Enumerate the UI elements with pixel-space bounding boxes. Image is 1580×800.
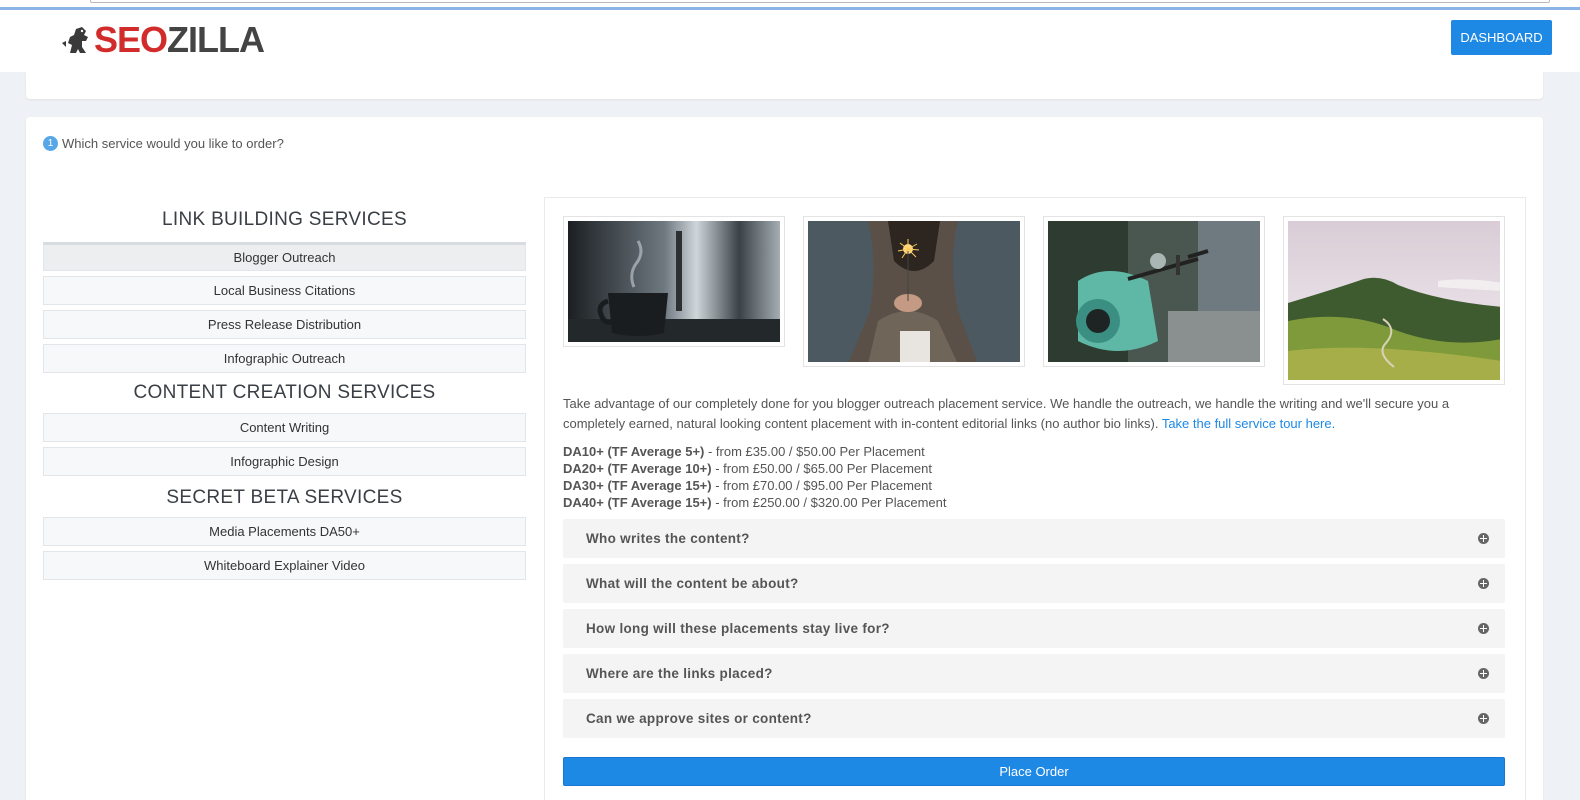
plus-circle-icon[interactable] bbox=[1478, 533, 1489, 544]
price-text: - from £250.00 / $320.00 Per Placement bbox=[711, 495, 947, 510]
price-tier: DA20+ (TF Average 10+) bbox=[563, 461, 712, 476]
price-row: DA10+ (TF Average 5+) - from £35.00 / $5… bbox=[563, 443, 946, 460]
faq-how-long[interactable]: How long will these placements stay live… bbox=[563, 609, 1505, 648]
faq-approve-sites[interactable]: Can we approve sites or content? bbox=[563, 699, 1505, 738]
dashboard-button[interactable]: DASHBOARD bbox=[1451, 20, 1552, 55]
service-tour-link[interactable]: Take the full service tour here. bbox=[1162, 416, 1335, 431]
browser-strip bbox=[0, 0, 1580, 10]
faq-question: What will the content be about? bbox=[586, 576, 799, 591]
service-description: Take advantage of our completely done fo… bbox=[563, 394, 1503, 434]
faq-content-about[interactable]: What will the content be about? bbox=[563, 564, 1505, 603]
price-row: DA30+ (TF Average 15+) - from £70.00 / $… bbox=[563, 477, 946, 494]
price-list: DA10+ (TF Average 5+) - from £35.00 / $5… bbox=[563, 443, 946, 511]
service-media-placements[interactable]: Media Placements DA50+ bbox=[43, 517, 526, 546]
price-text: - from £50.00 / $65.00 Per Placement bbox=[711, 461, 933, 476]
service-content-writing[interactable]: Content Writing bbox=[43, 413, 526, 442]
price-tier: DA30+ (TF Average 15+) bbox=[563, 478, 712, 493]
place-order-button[interactable]: Place Order bbox=[563, 757, 1505, 786]
faq-links-placed[interactable]: Where are the links placed? bbox=[563, 654, 1505, 693]
faq-question: Can we approve sites or content? bbox=[586, 711, 812, 726]
price-text: - from £70.00 / $95.00 Per Placement bbox=[711, 478, 933, 493]
hills-photo bbox=[1283, 216, 1505, 385]
step-question-text: Which service would you like to order? bbox=[62, 136, 284, 151]
section-title-secret-beta: SECRET BETA SERVICES bbox=[166, 487, 403, 508]
price-row: DA20+ (TF Average 10+) - from £50.00 / $… bbox=[563, 460, 946, 477]
scooter-photo bbox=[1043, 216, 1265, 367]
service-list: LINK BUILDING SERVICES Blogger Outreach … bbox=[43, 205, 526, 585]
faq-question: Who writes the content? bbox=[586, 531, 750, 546]
section-title-content-creation: CONTENT CREATION SERVICES bbox=[133, 382, 436, 403]
logo-text-seo: SEO bbox=[94, 19, 168, 60]
price-row: DA40+ (TF Average 15+) - from £250.00 / … bbox=[563, 494, 946, 511]
dinosaur-logo-icon bbox=[62, 27, 88, 53]
service-whiteboard-video[interactable]: Whiteboard Explainer Video bbox=[43, 551, 526, 580]
faq-who-writes[interactable]: Who writes the content? bbox=[563, 519, 1505, 558]
coffee-cup-photo bbox=[563, 216, 785, 347]
step-question: 1 Which service would you like to order? bbox=[43, 136, 284, 151]
service-press-release-distribution[interactable]: Press Release Distribution bbox=[43, 310, 526, 339]
browser-address-bar[interactable] bbox=[90, 0, 1550, 3]
step-number-badge: 1 bbox=[43, 136, 58, 151]
faq-question: How long will these placements stay live… bbox=[586, 621, 890, 636]
top-navbar: SEO ZILLA DASHBOARD bbox=[0, 10, 1580, 72]
sparkler-photo bbox=[803, 216, 1025, 367]
plus-circle-icon[interactable] bbox=[1478, 713, 1489, 724]
plus-circle-icon[interactable] bbox=[1478, 578, 1489, 589]
service-local-business-citations[interactable]: Local Business Citations bbox=[43, 276, 526, 305]
section-title-link-building: LINK BUILDING SERVICES bbox=[162, 209, 407, 230]
service-infographic-outreach[interactable]: Infographic Outreach bbox=[43, 344, 526, 373]
top-card bbox=[26, 72, 1543, 99]
seozilla-logo[interactable]: SEO ZILLA bbox=[60, 19, 265, 60]
logo-text-zilla: ZILLA bbox=[167, 19, 265, 60]
price-text: - from £35.00 / $50.00 Per Placement bbox=[704, 444, 925, 459]
price-tier: DA40+ (TF Average 15+) bbox=[563, 495, 712, 510]
plus-circle-icon[interactable] bbox=[1478, 623, 1489, 634]
faq-question: Where are the links placed? bbox=[586, 666, 773, 681]
service-blogger-outreach[interactable]: Blogger Outreach bbox=[43, 242, 526, 271]
service-infographic-design[interactable]: Infographic Design bbox=[43, 447, 526, 476]
price-tier: DA10+ (TF Average 5+) bbox=[563, 444, 705, 459]
plus-circle-icon[interactable] bbox=[1478, 668, 1489, 679]
